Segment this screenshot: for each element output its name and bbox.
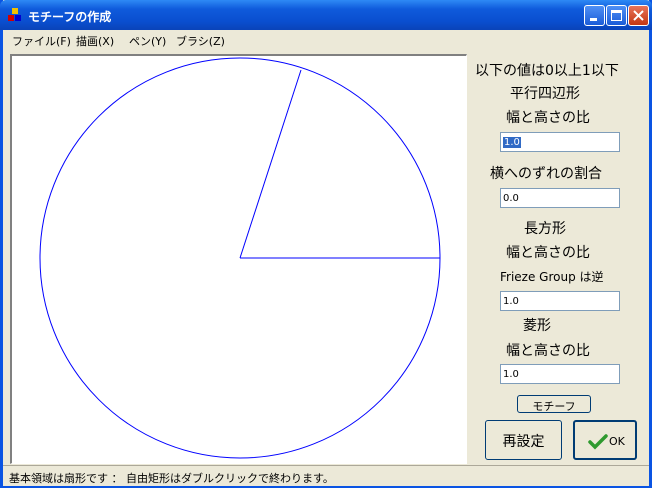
drawing-canvas[interactable]	[10, 54, 467, 464]
ok-label: OK	[609, 435, 625, 448]
title-bar[interactable]: モチーフの作成	[0, 0, 652, 30]
menu-bar: ファイル(F) 描画(X) ペン(Y) ブラシ(Z)	[3, 30, 649, 50]
parallelogram-title: 平行四辺形	[510, 86, 580, 102]
range-note: 以下の値は0以上1以下	[475, 63, 619, 79]
close-button[interactable]	[628, 5, 649, 26]
motif-window: モチーフの作成 ファイル(F) 描画(X) ペン(Y) ブラシ(Z) 以下の値は…	[0, 0, 652, 488]
rectangle-ratio-label: 幅と高さの比	[506, 245, 590, 261]
rhombus-title: 菱形	[523, 318, 551, 334]
sector-edge-upper	[239, 69, 302, 259]
parallelogram-ratio-input[interactable]: 1.0	[500, 132, 620, 152]
menu-draw[interactable]: 描画(X)	[76, 33, 114, 49]
parallelogram-ratio-label: 幅と高さの比	[506, 110, 590, 126]
maximize-icon	[611, 10, 622, 21]
menu-brush[interactable]: ブラシ(Z)	[176, 33, 225, 49]
rhombus-ratio-input[interactable]: 1.0	[500, 364, 620, 384]
shift-ratio-input[interactable]: 0.0	[500, 188, 620, 208]
rectangle-title: 長方形	[524, 221, 566, 237]
minimize-icon	[590, 18, 597, 21]
status-text: 基本領域は扇形です ： 自由矩形はダブルクリックで終わります。	[9, 472, 334, 485]
menu-pen[interactable]: ペン(Y)	[129, 33, 166, 49]
motif-button[interactable]: モチーフ	[517, 395, 591, 413]
maximize-button[interactable]	[606, 5, 627, 26]
checkmark-icon	[588, 434, 608, 450]
status-bar: 基本領域は扇形です ： 自由矩形はダブルクリックで終わります。	[3, 465, 649, 486]
sector-drawing	[39, 57, 441, 459]
shift-ratio-label: 横へのずれの割合	[490, 166, 602, 182]
minimize-button[interactable]	[584, 5, 605, 26]
app-icon	[8, 8, 22, 22]
rectangle-ratio-input[interactable]: 1.0	[500, 291, 620, 311]
ok-button[interactable]: OK	[573, 420, 637, 460]
menu-file[interactable]: ファイル(F)	[12, 33, 71, 49]
reset-button[interactable]: 再設定	[485, 420, 562, 460]
window-title: モチーフの作成	[28, 10, 112, 24]
rhombus-ratio-label: 幅と高さの比	[506, 343, 590, 359]
frieze-note: Frieze Group は逆	[500, 270, 604, 284]
close-icon	[633, 10, 644, 21]
